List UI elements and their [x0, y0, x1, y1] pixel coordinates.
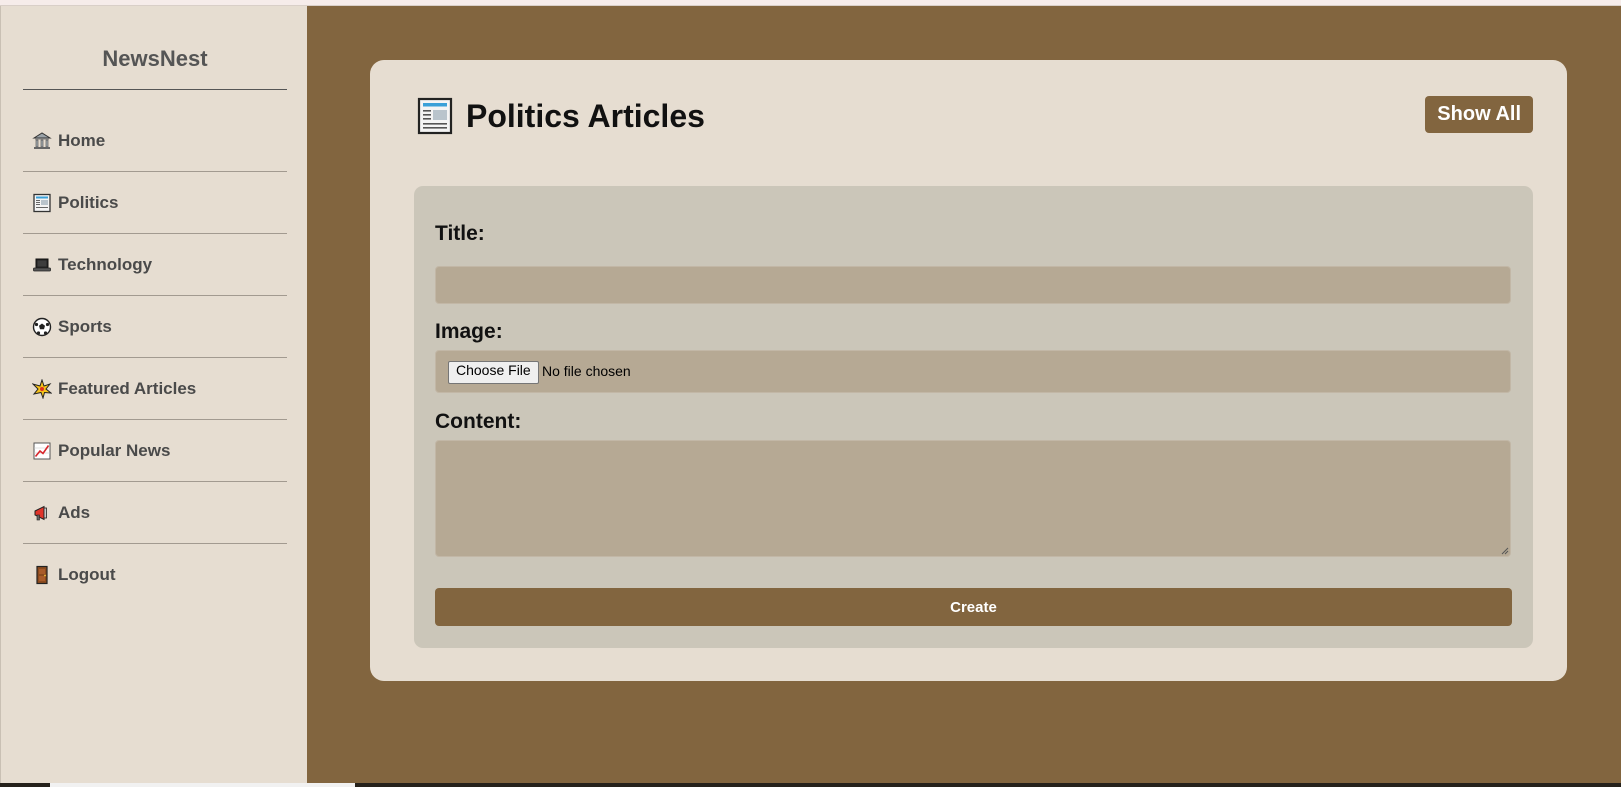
image-label: Image:: [435, 320, 503, 343]
create-article-form: Title: Image: Choose File No file chosen…: [414, 186, 1533, 648]
sidebar-item-featured-articles[interactable]: Featured Articles: [23, 358, 287, 420]
sidebar-item-logout[interactable]: Logout: [23, 544, 287, 606]
sidebar-item-label: Sports: [58, 316, 112, 336]
show-all-button[interactable]: Show All: [1425, 96, 1533, 133]
main-area: Politics Articles Show All Title: Image:…: [307, 6, 1621, 783]
create-button[interactable]: Create: [435, 588, 1512, 626]
title-input[interactable]: [435, 266, 1511, 304]
resize-grip-icon[interactable]: [1500, 546, 1509, 555]
sidebar-item-sports[interactable]: Sports: [23, 296, 287, 358]
sidebar: NewsNest Home Politics Technology Sports: [0, 6, 307, 783]
sidebar-item-label: Popular News: [58, 440, 171, 460]
choose-file-button[interactable]: Choose File: [448, 361, 539, 384]
sidebar-item-politics[interactable]: Politics: [23, 172, 287, 234]
sidebar-item-label: Technology: [58, 254, 153, 274]
sidebar-item-popular-news[interactable]: Popular News: [23, 420, 287, 482]
sidebar-item-label: Featured Articles: [58, 378, 197, 398]
brand-logo: NewsNest: [23, 46, 287, 90]
sidebar-nav: Home Politics Technology Sports Featured…: [23, 110, 287, 606]
page-header: Politics Articles: [416, 96, 705, 136]
sidebar-item-home[interactable]: Home: [23, 110, 287, 172]
window-bottom-edge: [0, 783, 1621, 787]
laptop-icon: [32, 255, 52, 275]
door-icon: [32, 565, 52, 585]
sidebar-item-label: Logout: [58, 565, 116, 584]
sidebar-item-technology[interactable]: Technology: [23, 234, 287, 296]
sparkle-burst-icon: [32, 378, 52, 399]
soccer-ball-icon: [32, 317, 52, 337]
content-label: Content:: [435, 410, 522, 433]
sidebar-item-label: Home: [58, 130, 106, 150]
classical-building-icon: [32, 131, 52, 151]
chart-increasing-icon: [32, 441, 52, 461]
megaphone-icon: [32, 503, 52, 523]
sidebar-item-ads[interactable]: Ads: [23, 482, 287, 544]
newspaper-icon: [417, 97, 453, 135]
file-status-text: No file chosen: [542, 363, 631, 379]
articles-card: Politics Articles Show All Title: Image:…: [370, 60, 1567, 681]
content-textarea[interactable]: [435, 440, 1511, 557]
image-file-input[interactable]: Choose File No file chosen: [435, 350, 1511, 393]
sidebar-item-label: Politics: [58, 192, 119, 212]
page-title: Politics Articles: [466, 97, 705, 134]
sidebar-item-label: Ads: [58, 502, 91, 522]
title-label: Title:: [435, 222, 485, 245]
newspaper-icon: [32, 193, 52, 213]
